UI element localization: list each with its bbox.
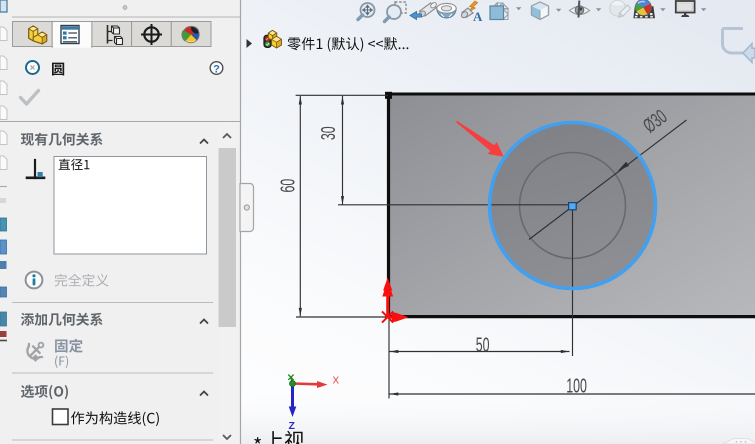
svg-text:X: X bbox=[333, 376, 340, 387]
svg-text:100: 100 bbox=[566, 374, 587, 397]
svg-text:?: ? bbox=[213, 63, 220, 75]
svg-text:30: 30 bbox=[317, 126, 340, 140]
svg-text:60: 60 bbox=[277, 179, 300, 193]
svg-text:A: A bbox=[473, 9, 483, 24]
svg-text:Z: Z bbox=[289, 420, 296, 432]
svg-text:50: 50 bbox=[476, 333, 490, 356]
